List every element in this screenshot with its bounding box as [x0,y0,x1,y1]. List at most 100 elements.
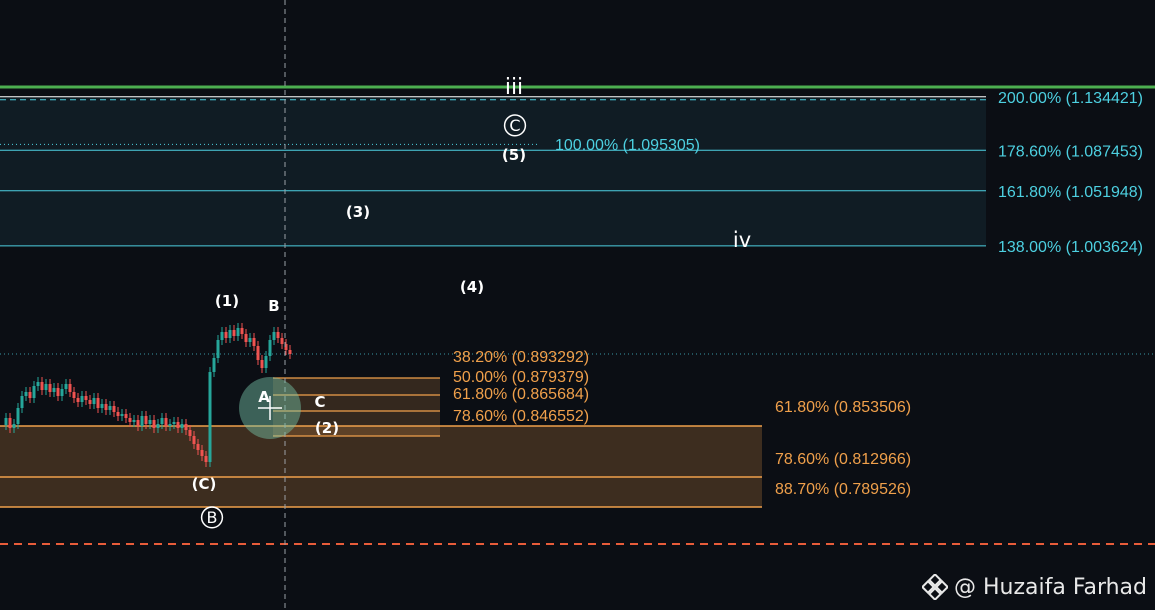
candle-body [80,396,84,402]
candle-body [56,388,60,396]
candle-body [112,406,116,412]
candle-body [272,332,276,340]
candle-body [108,406,112,410]
candle-body [32,386,36,398]
watermark: @ Huzaifa Farhad [921,574,1147,600]
candle-body [72,392,76,398]
wave-label: (1) [215,292,239,310]
candle-body [188,430,192,436]
candle-body [204,456,208,462]
candle-body [228,330,232,338]
candle-body [16,408,20,424]
candle-body [104,404,108,410]
fib-retrace-label-small: 50.00% (0.879379) [453,369,589,386]
candle-body [216,340,220,358]
wave-label: B [268,297,279,315]
candle-body [208,372,212,462]
candle-body [260,360,264,368]
candle-body [100,404,104,408]
candle-body [244,334,248,342]
binance-logo-icon [921,574,948,600]
candle-body [52,388,56,392]
candle-body [140,416,144,426]
wave-label: C [509,116,520,135]
fib-retrace-label-large: 61.80% (0.853506) [775,399,911,416]
fib-retrace-label-small: 78.60% (0.846552) [453,408,589,425]
wave-label: B [207,508,218,527]
candle-body [68,384,72,392]
fib-ext-label: 200.00% (1.134421) [998,90,1143,107]
candle-body [120,414,124,416]
candle-body [24,392,28,396]
candle-body [184,424,188,430]
candle-body [200,450,204,456]
candle-body [76,398,80,402]
fib-retrace-zone-large [0,426,762,507]
fib-100-label: 100.00% (1.095305) [555,137,700,154]
wave-label: (5) [502,146,526,164]
candle-body [236,328,240,336]
wave-label: (C) [192,475,217,493]
candle-body [152,420,156,428]
wave-label: (2) [315,419,339,437]
candle-body [248,338,252,342]
chart-stage[interactable]: 200.00% (1.134421) 178.60% (1.087453) 161.… [0,0,1155,610]
candle-body [176,422,180,428]
candle-body [96,398,100,408]
candle-body [64,384,68,389]
candle-body [156,424,160,428]
watermark-text: @ Huzaifa Farhad [953,574,1147,600]
candle-body [60,389,64,396]
candle-body [136,420,140,426]
fib-ext-label: 161.80% (1.051948) [998,184,1143,201]
wave-label: (3) [346,203,370,221]
candle-body [240,328,244,334]
candle-body [8,418,12,428]
candle-body [12,424,16,428]
price-chart[interactable]: 200.00% (1.134421) 178.60% (1.087453) 161.… [0,0,1155,610]
candle-body [252,338,256,346]
fib-retrace-label-small: 61.80% (0.865684) [453,386,589,403]
candle-body [276,332,280,338]
wave-label: A [258,388,270,406]
candle-body [256,346,260,360]
candle-body [172,422,176,424]
fib-retrace-label-small: 38.20% (0.893292) [453,349,589,366]
candle-body [40,382,44,390]
candle-body [48,384,52,392]
candle-body [268,340,272,356]
fib-ext-label: 138.00% (1.003624) [998,239,1143,256]
candle-body [264,356,268,368]
wave-label: iii [505,75,523,100]
candle-body [28,392,32,398]
fib-retrace-label-large: 88.70% (0.789526) [775,481,911,498]
candle-body [144,416,148,424]
candle-body [124,414,128,418]
candle-body [36,382,40,386]
candle-body [168,424,172,426]
candle-body [196,444,200,450]
fib-retrace-label-large: 78.60% (0.812966) [775,451,911,468]
candle-body [4,418,8,425]
candle-body [116,412,120,416]
fib-extension-zone [0,96,986,246]
candle-body [220,332,224,340]
candle-body [288,350,292,354]
candle-body [212,358,216,372]
candle-body [148,420,152,424]
fib-ext-label: 178.60% (1.087453) [998,143,1143,160]
candle-body [128,418,132,422]
candle-body [88,400,92,404]
candle-body [92,398,96,404]
wave-label: (4) [460,278,484,296]
candle-body [232,330,236,336]
candle-body [44,384,48,390]
candle-body [132,420,136,422]
candle-body [192,436,196,444]
wave-label: C [314,393,325,411]
candle-body [164,418,168,426]
candle-body [280,338,284,344]
candle-body [160,418,164,424]
wave-label: iv [733,228,751,252]
candle-body [84,396,88,400]
